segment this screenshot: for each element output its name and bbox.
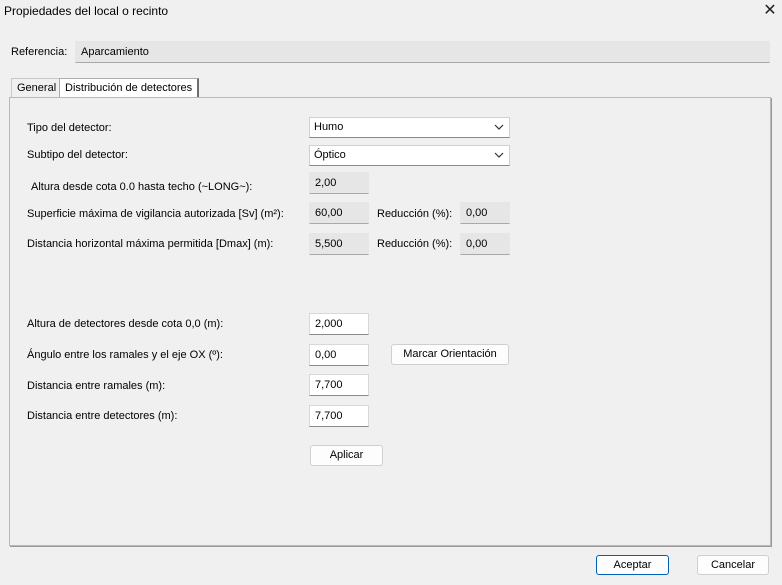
altura-techo-label: Altura desde cota 0.0 hasta techo (~LONG… <box>31 181 253 193</box>
referencia-field[interactable]: Aparcamiento <box>75 41 770 63</box>
tipo-detector-select[interactable]: Humo <box>309 117 510 138</box>
distancia-detectores-label: Distancia entre detectores (m): <box>27 410 178 422</box>
altura-techo-field[interactable]: 2,00 <box>309 172 369 194</box>
chevron-down-icon <box>494 118 504 144</box>
distancia-ramales-input[interactable]: 7,700 <box>309 374 369 396</box>
referencia-label: Referencia: <box>11 46 68 58</box>
angulo-input[interactable]: 0,00 <box>309 344 369 366</box>
altura-detectores-label: Altura de detectores desde cota 0,0 (m): <box>27 318 224 330</box>
subtipo-detector-select[interactable]: Óptico <box>309 145 510 166</box>
chevron-down-icon <box>494 146 504 172</box>
superficie-reduccion-field[interactable]: 0,00 <box>460 202 510 224</box>
tab-general[interactable]: General <box>11 78 63 98</box>
subtipo-detector-label: Subtipo del detector: <box>27 149 128 161</box>
distancia-reduccion-label: Reducción (%): <box>377 238 453 250</box>
window-title: Propiedades del local o recinto <box>4 4 169 18</box>
altura-detectores-input[interactable]: 2,000 <box>309 313 369 335</box>
cancelar-button[interactable]: Cancelar <box>697 555 769 575</box>
superficie-label: Superficie máxima de vigilancia autoriza… <box>27 208 284 220</box>
distancia-detectores-input[interactable]: 7,700 <box>309 405 369 427</box>
superficie-field[interactable]: 60,00 <box>309 202 369 224</box>
aceptar-button[interactable]: Aceptar <box>596 555 669 575</box>
tipo-detector-label: Tipo del detector: <box>27 122 112 134</box>
angulo-label: Ángulo entre los ramales y el eje OX (º)… <box>27 349 223 361</box>
distancia-reduccion-field[interactable]: 0,00 <box>460 233 510 255</box>
superficie-reduccion-label: Reducción (%): <box>377 208 453 220</box>
close-icon[interactable]: ✕ <box>760 2 780 20</box>
aplicar-button[interactable]: Aplicar <box>310 445 383 466</box>
marcar-orientacion-button[interactable]: Marcar Orientación <box>391 344 509 365</box>
distancia-max-field[interactable]: 5,500 <box>309 233 369 255</box>
distancia-ramales-label: Distancia entre ramales (m): <box>27 380 166 392</box>
tipo-detector-value: Humo <box>314 121 344 133</box>
distancia-max-label: Distancia horizontal máxima permitida [D… <box>27 238 274 250</box>
subtipo-detector-value: Óptico <box>314 149 346 161</box>
